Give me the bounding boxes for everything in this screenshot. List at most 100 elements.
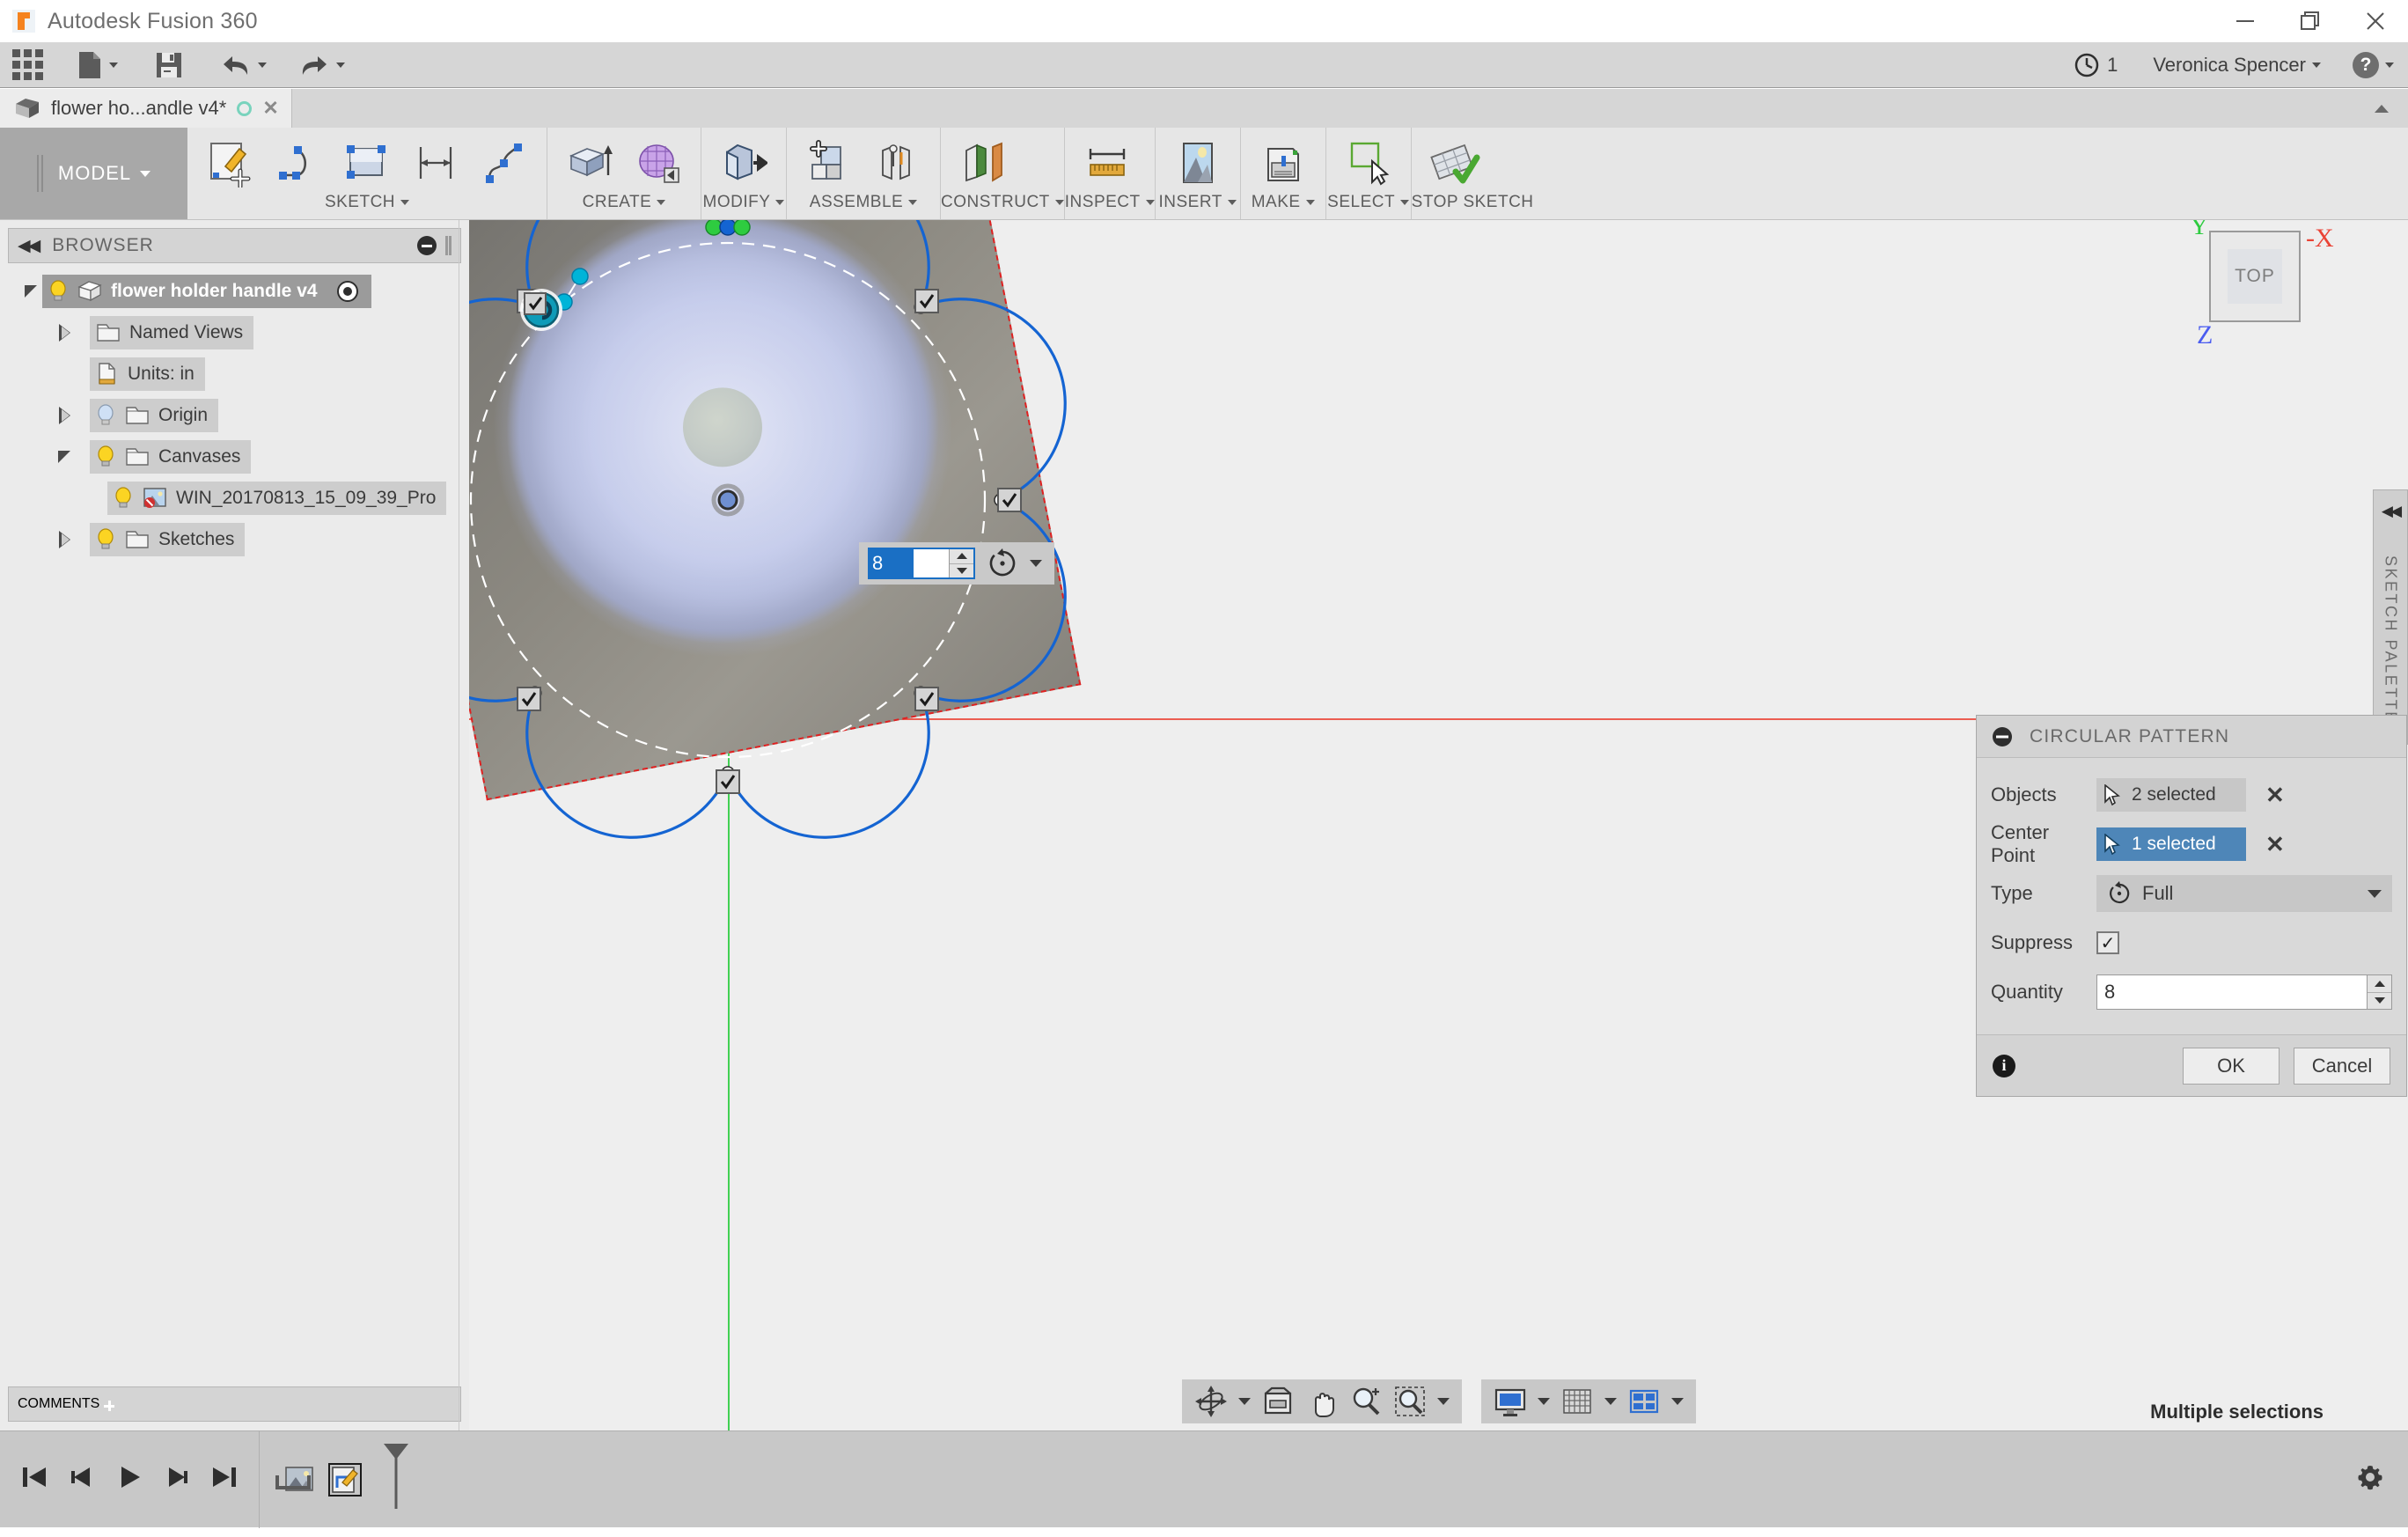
inline-pattern-mode-button[interactable] — [987, 548, 1046, 578]
suppress-checkbox[interactable]: ✓ — [2096, 931, 2119, 954]
extrude-icon[interactable] — [556, 136, 623, 192]
sketch-feature-node[interactable] — [328, 1463, 362, 1497]
browser-node-sketches[interactable]: Sketches — [0, 518, 469, 560]
document-tab[interactable]: flower ho...andle v4* ✕ — [0, 89, 292, 128]
joint-icon[interactable] — [864, 136, 931, 192]
step-back-icon[interactable] — [67, 1462, 97, 1497]
center-point-marker[interactable] — [714, 486, 742, 514]
go-to-beginning-icon[interactable] — [19, 1462, 49, 1497]
dialog-header[interactable]: CIRCULAR PATTERN — [1977, 716, 2406, 758]
collapse-browser-icon[interactable]: ◀◀ — [18, 236, 38, 256]
new-file-button[interactable] — [68, 42, 127, 88]
create-sketch-icon[interactable] — [196, 136, 263, 192]
timeline-settings-button[interactable] — [2355, 1462, 2385, 1497]
stepper-up-icon[interactable] — [2368, 975, 2391, 993]
ribbon-group-label-make[interactable]: MAKE — [1241, 193, 1325, 214]
step-forward-icon[interactable] — [162, 1462, 192, 1497]
comments-panel-header[interactable]: COMMENTS — [8, 1386, 461, 1422]
timeline-marker[interactable] — [381, 1442, 411, 1517]
browser-minimize-icon[interactable] — [417, 236, 437, 255]
chevron-down-icon[interactable] — [1538, 1398, 1550, 1405]
3d-print-icon[interactable] — [1250, 136, 1317, 192]
help-menu[interactable]: ? — [2353, 52, 2394, 78]
visibility-bulb-icon[interactable] — [48, 280, 69, 303]
ribbon-group-label-modify[interactable]: MODIFY — [701, 193, 786, 214]
twisty-down-icon[interactable] — [19, 285, 42, 298]
ribbon-group-label-create[interactable]: CREATE — [547, 193, 701, 214]
active-tangent-constraint-glyph[interactable] — [520, 289, 562, 331]
cancel-button[interactable]: Cancel — [2294, 1048, 2390, 1085]
select-icon[interactable] — [1335, 136, 1402, 192]
view-cube[interactable]: TOP Y -X Z — [2158, 220, 2366, 370]
ribbon-group-label-select[interactable]: SELECT — [1326, 193, 1411, 214]
look-at-icon[interactable] — [1258, 1382, 1298, 1421]
user-menu[interactable]: Veronica Spencer — [2153, 54, 2321, 77]
go-to-end-icon[interactable] — [209, 1462, 239, 1497]
inline-quantity-stepper[interactable] — [949, 549, 973, 577]
press-pull-icon[interactable] — [710, 136, 777, 192]
grid-snap-icon[interactable] — [1557, 1382, 1597, 1421]
measure-icon[interactable] — [1074, 136, 1141, 192]
play-icon[interactable] — [114, 1462, 144, 1497]
info-icon[interactable]: i — [1993, 1055, 2015, 1077]
inline-quantity-input[interactable]: 8 — [868, 548, 975, 579]
stepper-down-icon[interactable] — [950, 564, 973, 578]
app-grid-icon[interactable] — [12, 49, 43, 80]
browser-node-root[interactable]: flower holder handle v4 — [0, 270, 469, 312]
pan-icon[interactable] — [1302, 1382, 1342, 1421]
collapse-sketch-palette-icon[interactable]: ◀◀ — [2382, 503, 2399, 520]
arc-icon[interactable] — [265, 136, 332, 192]
browser-node-canvas-image[interactable]: WIN_20170813_15_09_39_Pro — [0, 477, 469, 518]
twisty-right-icon[interactable] — [53, 407, 76, 424]
offset-plane-icon[interactable] — [950, 136, 1017, 192]
chevron-down-icon[interactable] — [1604, 1398, 1617, 1405]
type-dropdown[interactable]: Full — [2096, 875, 2392, 912]
close-tab-icon[interactable]: ✕ — [262, 97, 278, 120]
browser-node-canvases[interactable]: Canvases — [0, 436, 469, 477]
objects-selection-field[interactable]: 2 selected — [2096, 778, 2246, 812]
ribbon-group-label-assemble[interactable]: ASSEMBLE — [787, 193, 940, 214]
visibility-bulb-icon[interactable] — [95, 404, 116, 427]
orbit-icon[interactable] — [1191, 1382, 1231, 1421]
minimize-icon[interactable] — [2213, 0, 2278, 42]
center-point-selection-field[interactable]: 1 selected — [2096, 827, 2246, 861]
new-component-icon[interactable] — [796, 136, 863, 192]
browser-grip[interactable] — [445, 236, 448, 255]
twisty-right-icon[interactable] — [53, 324, 76, 342]
chevron-down-icon[interactable] — [1238, 1398, 1251, 1405]
ok-button[interactable]: OK — [2183, 1048, 2280, 1085]
insert-canvas-icon[interactable] — [1164, 136, 1231, 192]
selected-top-points[interactable] — [706, 220, 750, 235]
browser-node-origin[interactable]: Origin — [0, 394, 469, 436]
ribbon-group-label-inspect[interactable]: INSPECT — [1065, 193, 1155, 214]
stop-sketch-icon[interactable] — [1421, 136, 1487, 192]
zoom-window-icon[interactable] — [1390, 1382, 1430, 1421]
clear-center-point-icon[interactable]: ✕ — [2265, 831, 2285, 858]
browser-node-units[interactable]: Units: in — [0, 353, 469, 394]
create-form-icon[interactable] — [625, 136, 692, 192]
rectangle-icon[interactable] — [334, 136, 400, 192]
save-button[interactable] — [146, 42, 192, 88]
viewports-icon[interactable] — [1624, 1382, 1664, 1421]
zoom-icon[interactable] — [1346, 1382, 1386, 1421]
quantity-input[interactable]: 8 — [2096, 974, 2392, 1010]
expand-ribbon-icon[interactable] — [2375, 105, 2389, 113]
display-settings-icon[interactable] — [1490, 1382, 1531, 1421]
chevron-down-icon[interactable] — [1437, 1398, 1450, 1405]
clear-objects-icon[interactable]: ✕ — [2265, 782, 2285, 809]
undo-button[interactable] — [211, 42, 275, 88]
job-status-button[interactable]: 1 — [2074, 52, 2118, 78]
ribbon-group-label-insert[interactable]: INSERT — [1156, 193, 1240, 214]
tangent-constraint-glyphs[interactable] — [469, 290, 1021, 793]
browser-node-named-views[interactable]: Named Views — [0, 312, 469, 353]
visibility-bulb-icon[interactable] — [95, 445, 116, 468]
ribbon-group-label-stop-sketch[interactable]: STOP SKETCH — [1412, 193, 1534, 214]
visibility-bulb-icon[interactable] — [95, 528, 116, 551]
close-icon[interactable] — [2343, 0, 2408, 42]
minus-circle-icon[interactable] — [1991, 725, 2014, 748]
activate-radio-icon[interactable] — [334, 278, 361, 305]
stepper-down-icon[interactable] — [2368, 993, 2391, 1010]
spline-icon[interactable] — [471, 136, 538, 192]
restore-icon[interactable] — [2278, 0, 2343, 42]
ribbon-group-label-construct[interactable]: CONSTRUCT — [941, 193, 1064, 214]
